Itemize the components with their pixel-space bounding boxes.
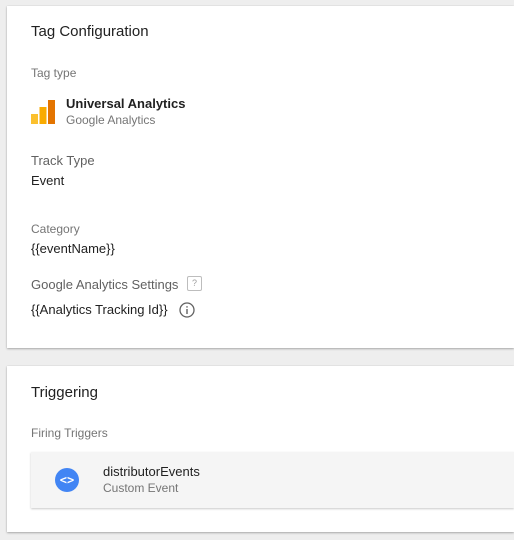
category-label: Category	[31, 222, 80, 236]
firing-triggers-label: Firing Triggers	[31, 426, 108, 440]
trigger-row[interactable]: <> distributorEvents Custom Event	[31, 452, 514, 508]
trigger-name: distributorEvents	[103, 464, 200, 479]
track-type-value: Event	[31, 173, 65, 188]
trigger-type: Custom Event	[103, 481, 179, 495]
tag-configuration-title: Tag Configuration	[31, 23, 149, 40]
track-type-label: Track Type	[31, 153, 95, 168]
triggering-title: Triggering	[31, 384, 98, 401]
help-icon[interactable]: ?	[187, 276, 202, 291]
category-value: {{eventName}}	[31, 241, 115, 256]
google-analytics-logo-icon	[31, 100, 55, 124]
tag-type-vendor: Google Analytics	[66, 113, 156, 127]
tag-configuration-card[interactable]: Tag Configuration Tag type Universal Ana…	[7, 6, 514, 348]
code-icon: <>	[55, 468, 79, 492]
ga-settings-label: Google Analytics Settings	[31, 277, 179, 292]
info-icon[interactable]	[179, 302, 195, 318]
ga-settings-value: {{Analytics Tracking Id}}	[31, 302, 168, 317]
triggering-card[interactable]: Triggering Firing Triggers <> distributo…	[7, 366, 514, 532]
tag-type-label: Tag type	[31, 66, 77, 80]
tag-type-name: Universal Analytics	[66, 96, 186, 111]
